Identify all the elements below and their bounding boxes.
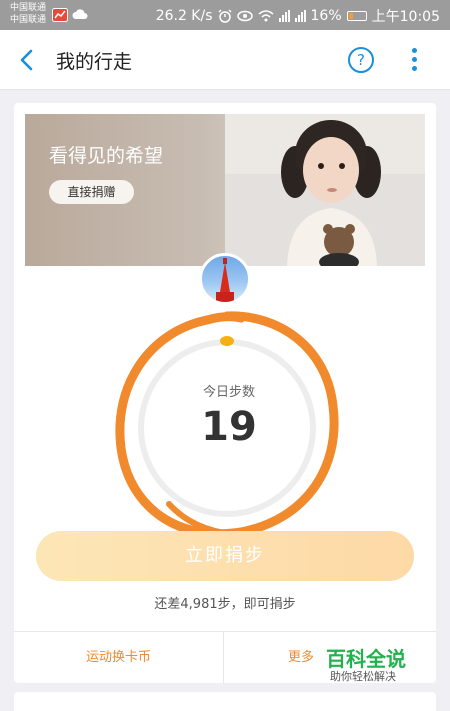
- steps-count: 19: [201, 404, 257, 450]
- exercise-coins-link[interactable]: 运动换卡币: [14, 632, 224, 684]
- walking-card: 看得见的希望 直接捐赠 今日步数 19 立即捐步 还差4,981步，即可捐步 运…: [14, 103, 436, 684]
- more-menu-icon[interactable]: [404, 46, 424, 74]
- help-icon[interactable]: ?: [348, 47, 374, 73]
- direct-donate-button[interactable]: 直接捐赠: [49, 180, 134, 204]
- battery-percent: 16%: [310, 8, 342, 24]
- network-speed: 26.2 K/s: [155, 8, 213, 24]
- app-notification-icon: [52, 8, 68, 22]
- signal-icon-2: [294, 10, 306, 22]
- alarm-icon: [217, 9, 232, 23]
- child-photo: [225, 114, 425, 266]
- tower-icon: [216, 258, 234, 302]
- avatar[interactable]: [199, 253, 251, 305]
- signal-icon: [278, 10, 290, 22]
- carrier-1: 中国联通: [10, 3, 47, 13]
- nav-bar: 我的行走 ?: [0, 30, 450, 90]
- next-card: [14, 692, 436, 711]
- eye-icon: [236, 10, 253, 22]
- page-title: 我的行走: [56, 51, 133, 73]
- wifi-icon: [258, 10, 274, 22]
- battery-icon: [346, 11, 367, 21]
- carrier-2: 中国联通: [10, 15, 47, 25]
- clock: 上午10:05: [371, 9, 440, 25]
- donate-steps-button[interactable]: 立即捐步: [36, 531, 414, 581]
- cloud-icon: [72, 9, 88, 19]
- status-bar: 中国联通 中国联通 26.2 K/s 16% 上午10:05: [0, 0, 450, 30]
- watermark-subtitle: 助你轻松解决: [330, 670, 396, 683]
- banner-title: 看得见的希望: [49, 145, 164, 167]
- status-right: 26.2 K/s 16% 上午10:05: [156, 6, 440, 26]
- carrier-info: 中国联通 中国联通: [10, 2, 46, 26]
- remaining-steps-text: 还差4,981步，即可捐步: [154, 597, 296, 612]
- more-link[interactable]: 更多: [288, 632, 314, 684]
- steps-label: 今日步数: [202, 385, 255, 400]
- charity-banner[interactable]: 看得见的希望 直接捐赠: [25, 114, 425, 266]
- back-arrow-icon[interactable]: [14, 46, 42, 74]
